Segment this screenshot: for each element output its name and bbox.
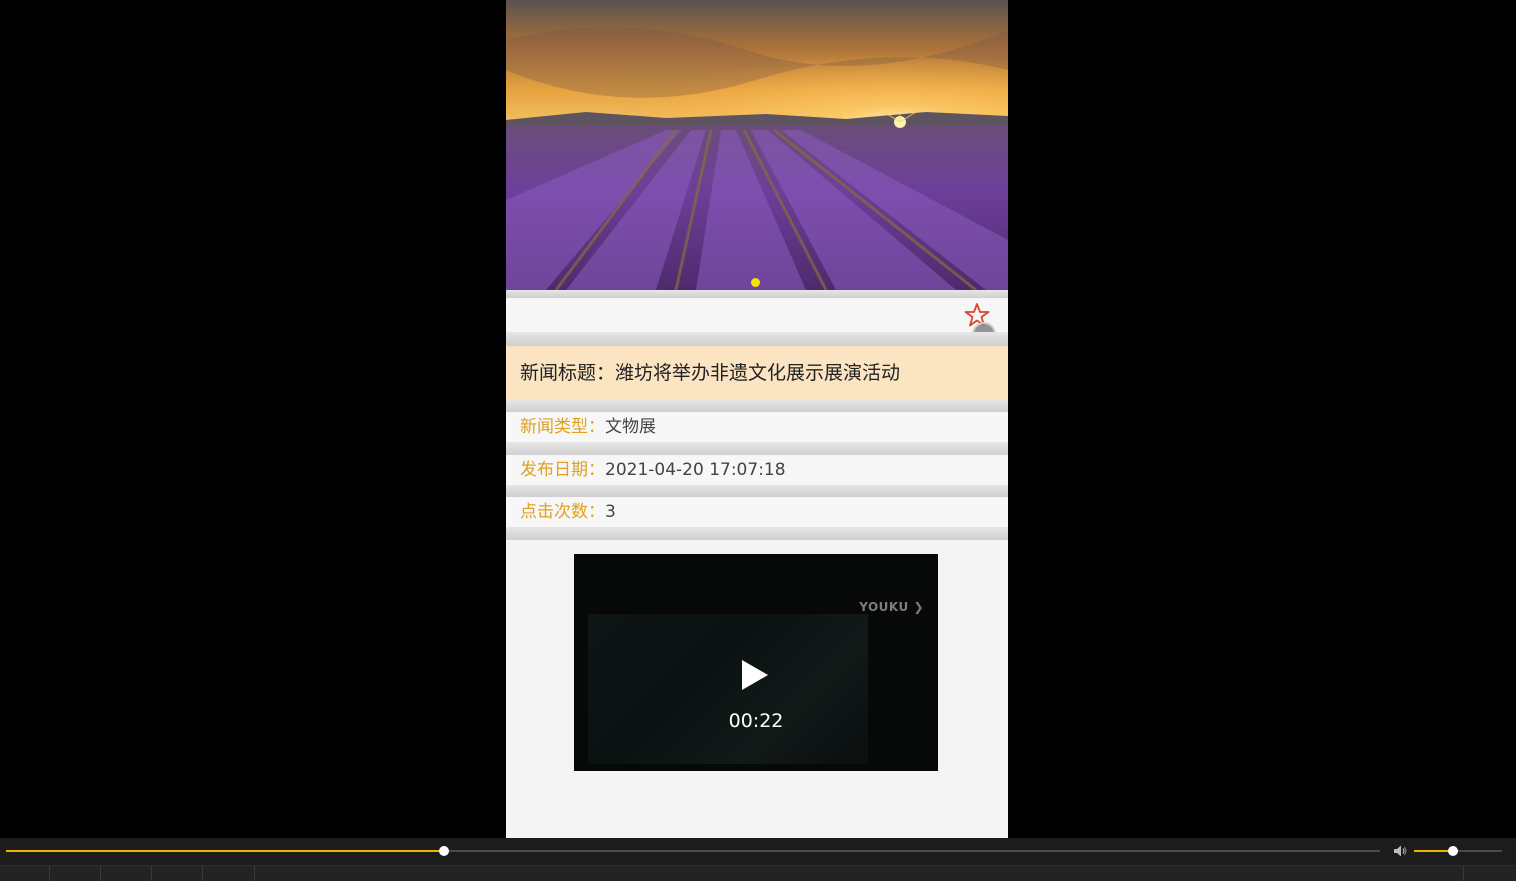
toolbar-cell[interactable] bbox=[0, 866, 50, 881]
banner-carousel[interactable] bbox=[506, 0, 1008, 290]
publish-date-value: 2021-04-20 17:07:18 bbox=[605, 460, 786, 480]
volume-slider-handle[interactable] bbox=[1448, 846, 1458, 856]
divider bbox=[506, 527, 1008, 540]
divider bbox=[506, 290, 1008, 298]
divider bbox=[506, 332, 1008, 346]
news-title-bar: 新闻标题：潍坊将举办非遗文化展示展演活动 bbox=[506, 346, 1008, 400]
news-type-label: 新闻类型： bbox=[520, 417, 605, 437]
youku-logo: YOUKU ❯ bbox=[859, 600, 924, 614]
click-count-value: 3 bbox=[605, 502, 616, 522]
toolbar-cell[interactable] bbox=[152, 866, 203, 881]
video-duration: 00:22 bbox=[728, 710, 784, 732]
news-title: 潍坊将举办非遗文化展示展演活动 bbox=[615, 362, 901, 384]
divider bbox=[506, 400, 1008, 412]
seek-bar-progress bbox=[6, 850, 444, 852]
divider bbox=[506, 442, 1008, 455]
toolbar-cell[interactable] bbox=[203, 866, 255, 881]
publish-date-row: 发布日期：2021-04-20 17:07:18 bbox=[506, 455, 1008, 485]
volume-icon[interactable] bbox=[1392, 843, 1408, 859]
favorite-bar bbox=[506, 298, 1008, 332]
toolbar-cell[interactable] bbox=[101, 866, 152, 881]
divider bbox=[506, 485, 1008, 497]
play-icon[interactable] bbox=[742, 660, 768, 690]
news-type-row: 新闻类型：文物展 bbox=[506, 412, 1008, 442]
click-count-label: 点击次数： bbox=[520, 502, 605, 522]
phone-frame: 新闻标题：潍坊将举办非遗文化展示展演活动 新闻类型：文物展 发布日期：2021-… bbox=[506, 0, 1008, 838]
click-count-row: 点击次数：3 bbox=[506, 497, 1008, 527]
carousel-indicator-active[interactable] bbox=[751, 278, 760, 287]
news-type-value: 文物展 bbox=[605, 417, 656, 437]
lavender-field-image bbox=[506, 0, 1008, 290]
publish-date-label: 发布日期： bbox=[520, 460, 605, 480]
seek-bar-handle[interactable] bbox=[439, 846, 449, 856]
news-title-label: 新闻标题： bbox=[520, 362, 616, 384]
video-player[interactable]: YOUKU ❯ 00:22 bbox=[574, 554, 938, 771]
video-thumbnail bbox=[588, 614, 868, 764]
toolbar-cell[interactable] bbox=[1463, 866, 1516, 881]
toolbar-cell[interactable] bbox=[50, 866, 101, 881]
bottom-toolbar bbox=[0, 865, 1516, 881]
